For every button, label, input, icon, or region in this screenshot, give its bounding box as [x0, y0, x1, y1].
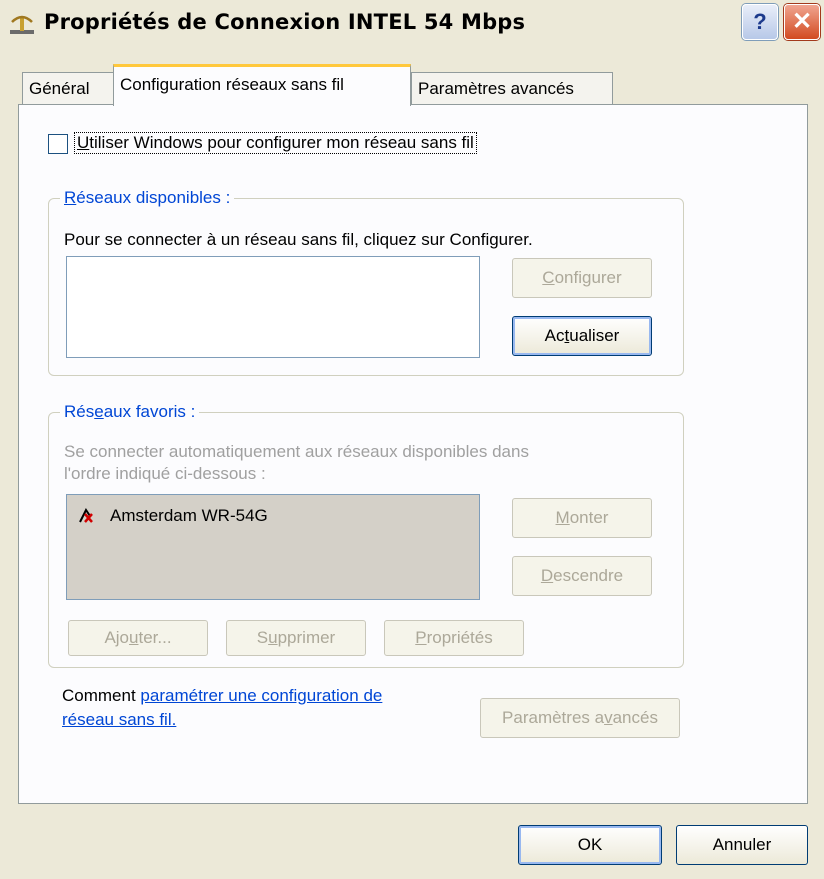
wireless-network-unavailable-icon	[79, 508, 93, 523]
cancel-button[interactable]: Annuler	[676, 825, 808, 865]
network-connection-icon	[10, 15, 34, 34]
use-windows-checkbox[interactable]	[48, 134, 68, 154]
window-title: Propriétés de Connexion INTEL 54 Mbps	[44, 10, 526, 34]
move-down-button[interactable]: Descendre	[512, 556, 652, 596]
wireless-setup-help-link[interactable]: paramétrer une configuration de	[140, 686, 382, 705]
tab-general[interactable]: Général	[22, 72, 114, 104]
properties-button[interactable]: Propriétés	[384, 620, 524, 656]
favorite-networks-title: Réseaux favoris :	[60, 402, 200, 422]
help-text: Comment paramétrer une configuration de	[62, 686, 383, 705]
favorite-networks-description-line2: l'ordre indiqué ci-dessous :	[64, 464, 266, 483]
tab-advanced-settings[interactable]: Paramètres avancés	[411, 72, 613, 104]
available-networks-list[interactable]	[66, 256, 480, 358]
available-networks-title: Réseaux disponibles :	[60, 188, 235, 208]
advanced-button[interactable]: Paramètres avancés	[480, 698, 680, 738]
wireless-setup-help-link-line2[interactable]: réseau sans fil.	[62, 710, 176, 730]
remove-button[interactable]: Supprimer	[226, 620, 366, 656]
add-button[interactable]: Ajouter...	[68, 620, 208, 656]
configure-button[interactable]: Configurer	[512, 258, 652, 298]
favorite-networks-description-line1: Se connecter automatiquement aux réseaux…	[64, 442, 529, 461]
refresh-button[interactable]: Actualiser	[512, 316, 652, 356]
title-bar: Propriétés de Connexion INTEL 54 Mbps ? …	[0, 0, 824, 48]
move-up-button[interactable]: Monter	[512, 498, 652, 538]
help-button[interactable]: ?	[742, 4, 778, 40]
list-item[interactable]: Amsterdam WR-54G	[110, 506, 268, 526]
close-button[interactable]: ✕	[784, 4, 820, 40]
tab-wireless-configuration[interactable]: Configuration réseaux sans fil	[113, 64, 411, 106]
available-networks-description: Pour se connecter à un réseau sans fil, …	[64, 230, 533, 249]
ok-button[interactable]: OK	[518, 825, 662, 865]
use-windows-label[interactable]: Utiliser Windows pour configurer mon rés…	[74, 132, 477, 154]
